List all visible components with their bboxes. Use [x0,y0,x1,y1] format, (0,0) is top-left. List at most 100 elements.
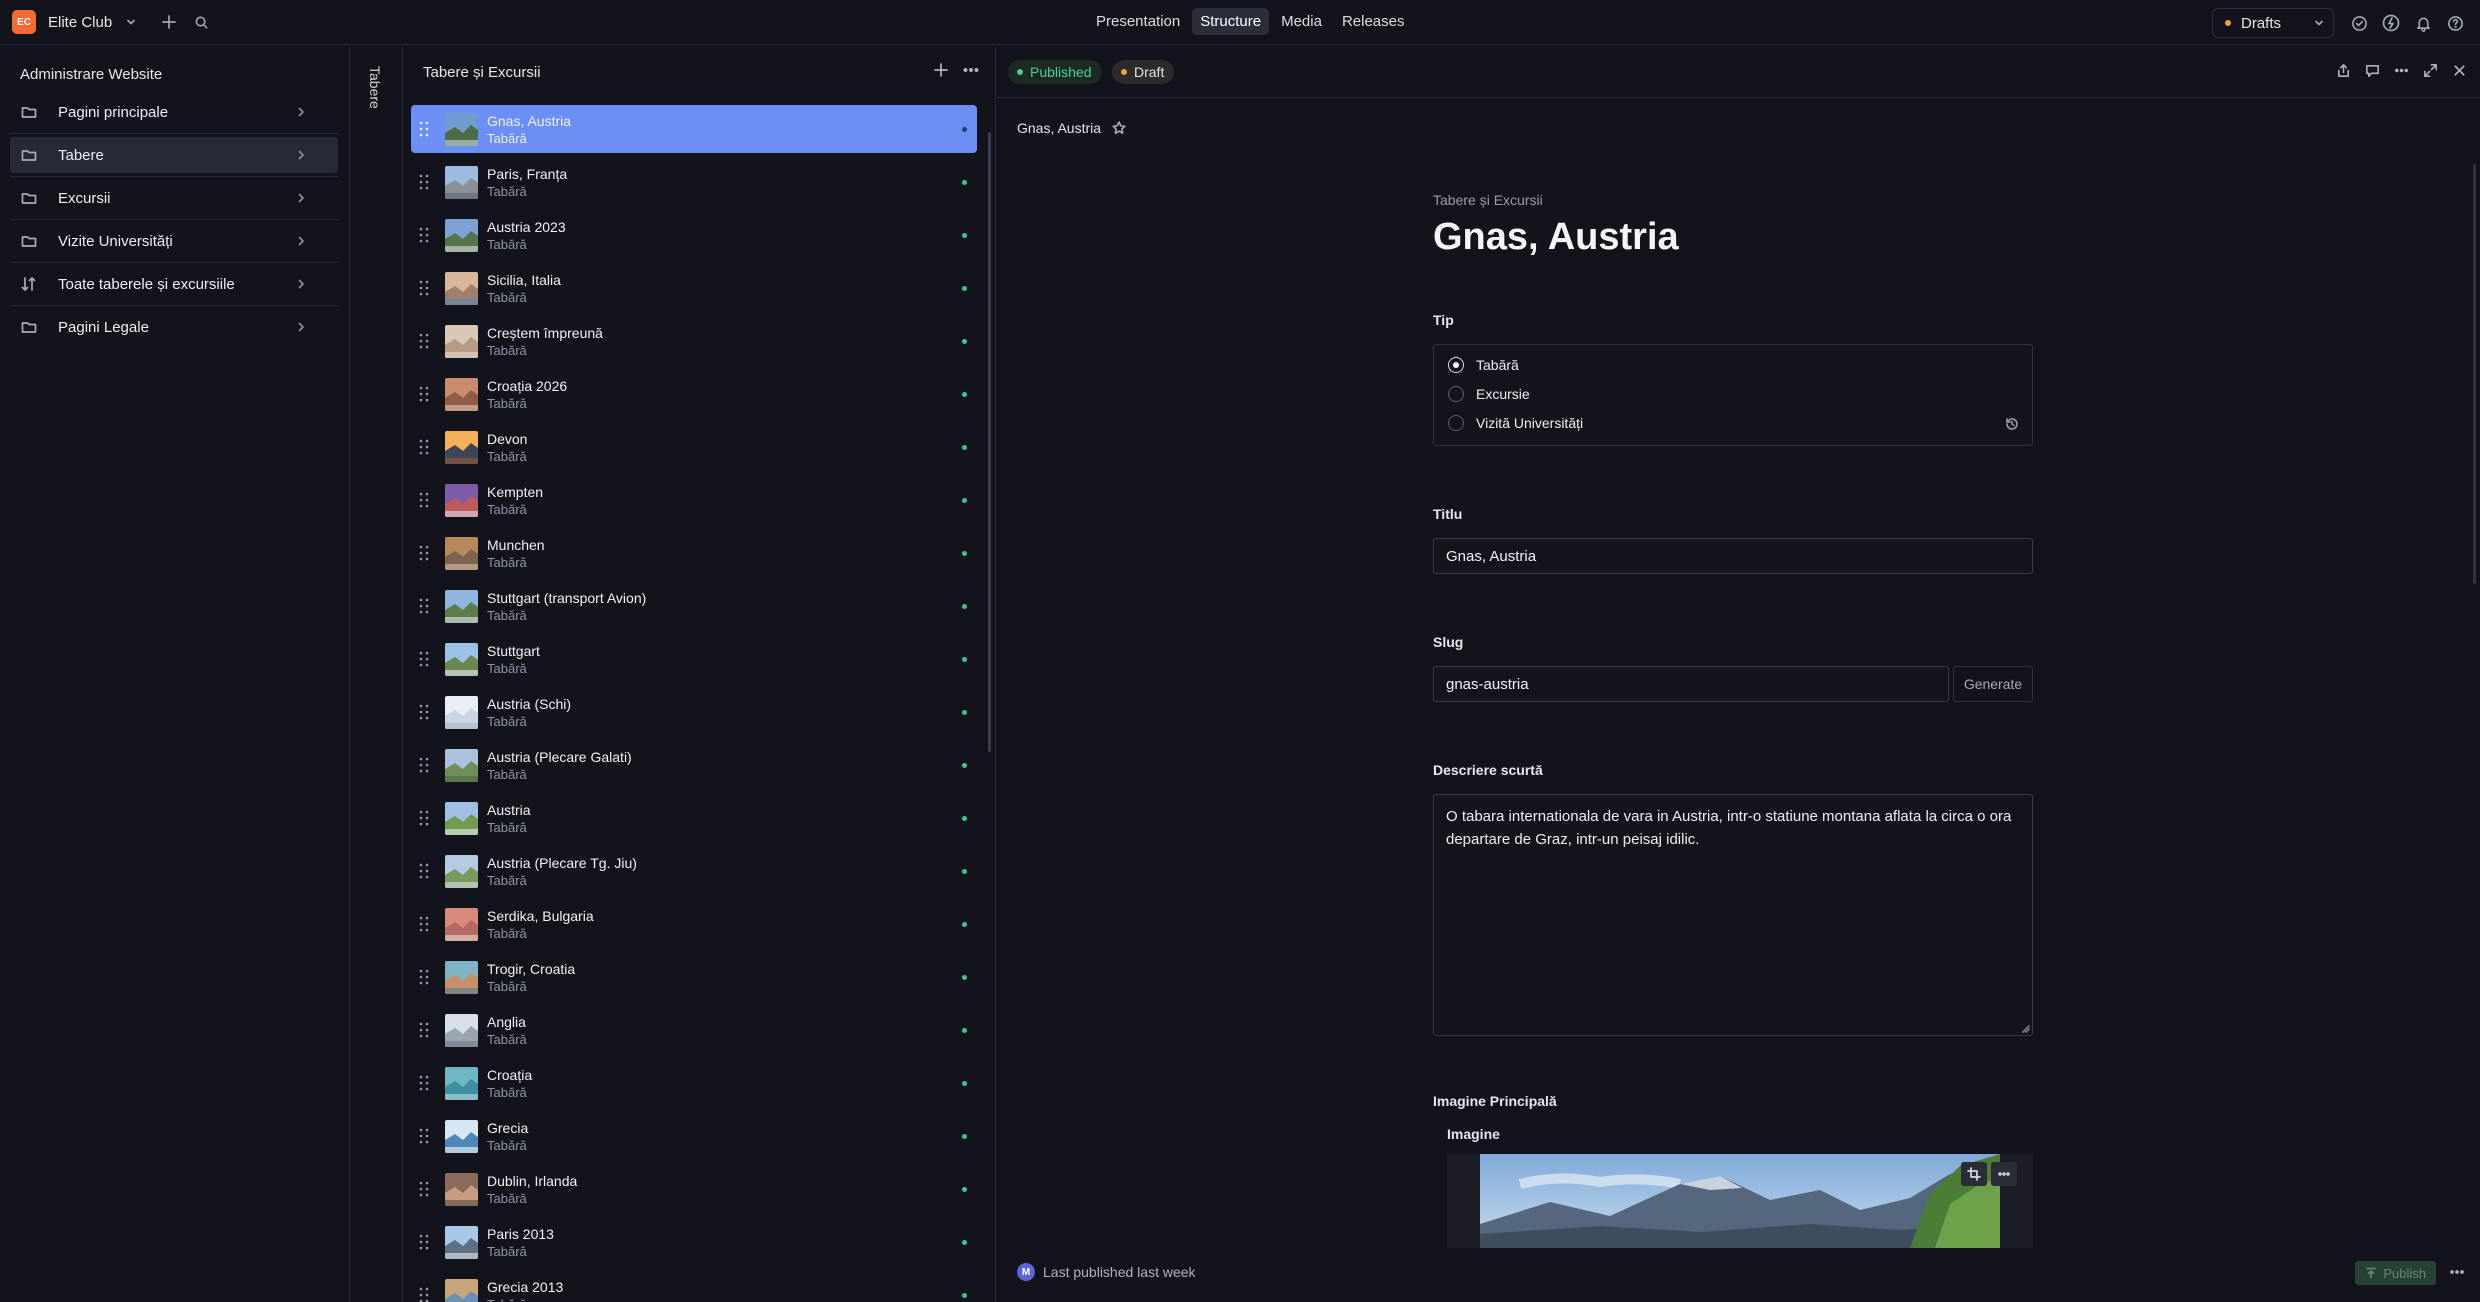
list-item[interactable]: Dublin, Irlanda Tabără [411,1165,977,1213]
structure-item-pagini-principale[interactable]: Pagini principale [10,94,338,130]
more-horizontal-icon[interactable] [2448,1263,2466,1281]
crop-icon[interactable] [1961,1162,1987,1186]
share-icon[interactable] [2335,62,2352,79]
list-item[interactable]: Croația Tabără [411,1059,977,1107]
list-item[interactable]: Croația 2026 Tabără [411,370,977,418]
drag-handle-icon[interactable] [418,1286,430,1302]
list-item[interactable]: Serdika, Bulgaria Tabără [411,900,977,948]
nav-releases[interactable]: Releases [1334,8,1413,35]
check-circle-icon[interactable] [2346,10,2372,36]
expand-icon[interactable] [2422,62,2439,79]
list-item[interactable]: Trogir, Croatia Tabără [411,953,977,1001]
list-item[interactable]: Munchen Tabără [411,529,977,577]
drag-handle-icon[interactable] [418,1180,430,1198]
drag-handle-icon[interactable] [418,1074,430,1092]
structure-item-toate-taberele[interactable]: Toate taberele și excursiile [10,266,338,302]
plus-icon[interactable] [156,9,182,35]
list-item[interactable]: Austria (Plecare Galati) Tabără [411,741,977,789]
drag-handle-icon[interactable] [418,1233,430,1251]
radio-option-tabara[interactable]: Tabără [1448,357,1519,373]
reset-icon[interactable] [2004,416,2020,432]
list-item[interactable]: Austria 2023 Tabără [411,211,977,259]
workspace-logo[interactable]: EC [12,10,36,34]
drag-handle-icon[interactable] [418,226,430,244]
more-horizontal-icon[interactable] [1991,1162,2017,1186]
comment-icon[interactable] [2364,62,2381,79]
list-item[interactable]: Paris 2013 Tabără [411,1218,977,1266]
list-item[interactable]: Anglia Tabără [411,1006,977,1054]
structure-item-pagini-legale[interactable]: Pagini Legale [10,309,338,345]
bolt-circle-icon[interactable] [2378,10,2404,36]
list-item[interactable]: Stuttgart (transport Avion) Tabără [411,582,977,630]
list-item[interactable]: Austria Tabără [411,794,977,842]
list-item[interactable]: Devon Tabără [411,423,977,471]
list-item[interactable]: Austria (Plecare Tg. Jiu) Tabără [411,847,977,895]
drag-handle-icon[interactable] [418,544,430,562]
descriere-textarea[interactable]: O tabara internationala de vara in Austr… [1433,794,2033,1036]
publish-label: Publish [2383,1265,2426,1281]
collapsed-pane-tabere[interactable]: Tabere [351,46,403,1302]
slug-input[interactable]: gnas-austria [1433,666,1949,702]
drag-handle-icon[interactable] [418,385,430,403]
help-icon[interactable] [2442,10,2468,36]
collapsed-pane-label[interactable]: Tabere [367,66,383,109]
drag-handle-icon[interactable] [418,279,430,297]
status-badge-draft[interactable]: Draft [1112,60,1175,84]
drag-handle-icon[interactable] [418,809,430,827]
nav-structure[interactable]: Structure [1192,8,1270,35]
list-item[interactable]: Paris, Franța Tabără [411,158,977,206]
radio-button[interactable] [1448,415,1464,431]
main-image-preview[interactable] [1447,1154,2033,1248]
drag-handle-icon[interactable] [418,862,430,880]
drag-handle-icon[interactable] [418,173,430,191]
workspace-name[interactable]: Elite Club [48,14,112,31]
more-horizontal-icon[interactable] [961,60,981,80]
more-horizontal-icon[interactable] [2393,62,2410,79]
resize-handle-icon[interactable] [2020,1023,2030,1033]
list-item[interactable]: Grecia Tabără [411,1112,977,1160]
drag-handle-icon[interactable] [418,968,430,986]
editor-scrollbar[interactable] [2473,164,2476,584]
structure-item-excursii[interactable]: Excursii [10,180,338,216]
list-item[interactable]: Gnas, Austria Tabără [411,105,977,153]
bell-icon[interactable] [2410,10,2436,36]
list-item[interactable]: Austria (Schi) Tabără [411,688,977,736]
list-item[interactable]: Kempten Tabără [411,476,977,524]
drag-handle-icon[interactable] [418,332,430,350]
radio-button-selected[interactable] [1448,357,1464,373]
star-icon[interactable] [1111,120,1127,136]
list-item[interactable]: Grecia 2013 Tabără [411,1271,977,1302]
radio-button[interactable] [1448,386,1464,402]
status-dot-icon [962,604,967,609]
chevron-right-icon [294,148,308,162]
list-item[interactable]: Stuttgart Tabără [411,635,977,683]
nav-media[interactable]: Media [1273,8,1330,35]
drag-handle-icon[interactable] [418,438,430,456]
drag-handle-icon[interactable] [418,597,430,615]
drag-handle-icon[interactable] [418,703,430,721]
drag-handle-icon[interactable] [418,756,430,774]
publish-button[interactable]: Publish [2355,1261,2436,1285]
structure-item-vizite-universitati[interactable]: Vizite Universități [10,223,338,259]
drag-handle-icon[interactable] [418,491,430,509]
drag-handle-icon[interactable] [418,650,430,668]
list-item[interactable]: Sicilia, Italia Tabără [411,264,977,312]
drag-handle-icon[interactable] [418,1021,430,1039]
drag-handle-icon[interactable] [418,1127,430,1145]
structure-item-tabere[interactable]: Tabere [10,137,338,173]
list-scrollbar[interactable] [988,132,991,752]
plus-icon[interactable] [931,60,951,80]
generate-slug-button[interactable]: Generate [1953,666,2033,702]
chevron-down-icon[interactable] [118,9,144,35]
nav-presentation[interactable]: Presentation [1088,8,1188,35]
perspective-select[interactable]: Drafts [2211,8,2334,38]
list-item[interactable]: Creștem împreună Tabără [411,317,977,365]
radio-option-vizita-universitati[interactable]: Vizită Universități [1448,415,1583,431]
radio-option-excursie[interactable]: Excursie [1448,386,1530,402]
drag-handle-icon[interactable] [418,915,430,933]
status-badge-published[interactable]: Published [1008,60,1102,84]
titlu-input[interactable]: Gnas, Austria [1433,538,2033,574]
close-icon[interactable] [2451,62,2468,79]
search-icon[interactable] [188,9,214,35]
drag-handle-icon[interactable] [418,120,430,138]
